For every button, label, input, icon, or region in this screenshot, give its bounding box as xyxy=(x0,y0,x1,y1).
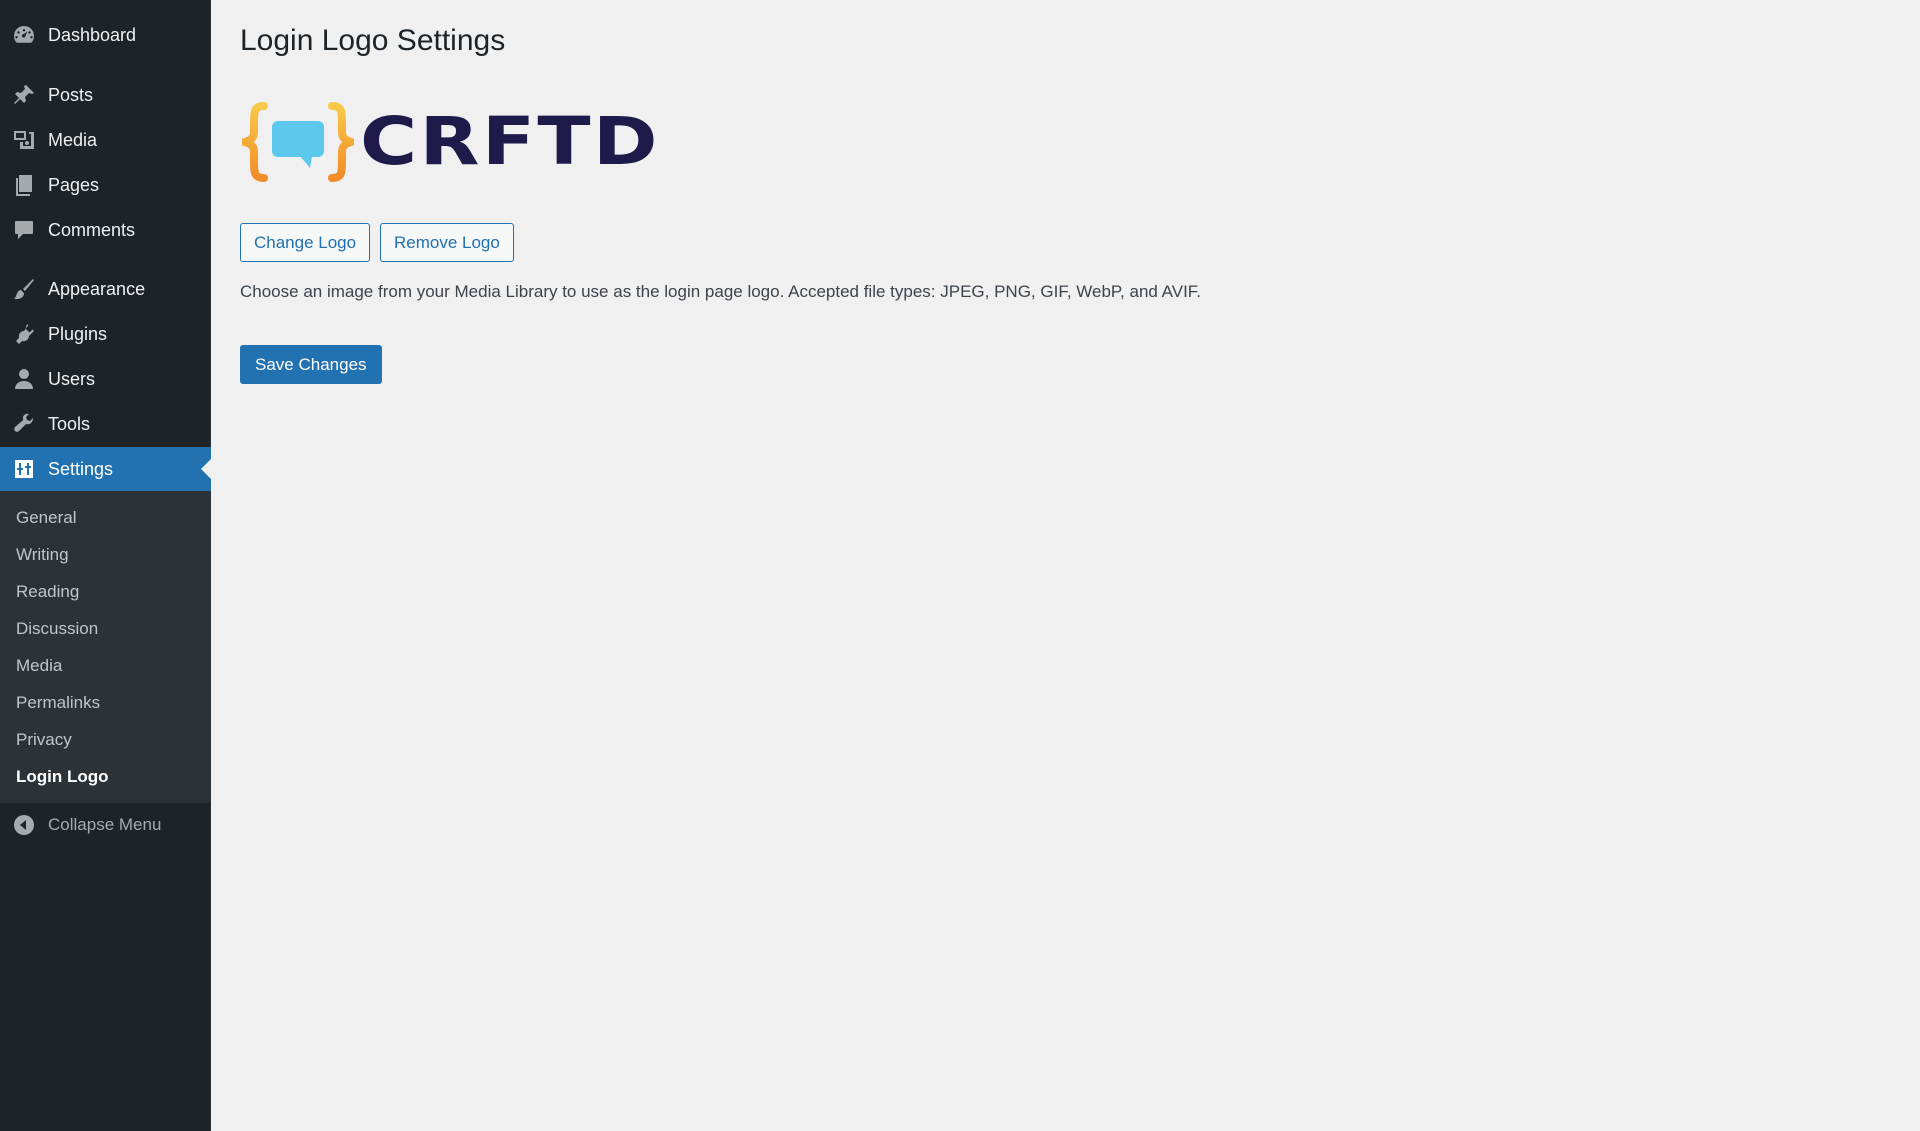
pages-icon xyxy=(0,163,48,207)
sidebar-item-plugins[interactable]: Plugins xyxy=(0,312,211,356)
sidebar-item-users[interactable]: Users xyxy=(0,357,211,401)
submenu-item-privacy[interactable]: Privacy xyxy=(16,722,206,758)
collapse-menu-button[interactable]: Collapse Menu xyxy=(0,803,211,847)
submenu-item-discussion[interactable]: Discussion xyxy=(16,611,206,647)
page-title: Login Logo Settings xyxy=(240,24,506,57)
sidebar-item-label: Users xyxy=(48,368,96,389)
collapse-menu-label: Collapse Menu xyxy=(48,815,162,834)
settings-icon xyxy=(0,447,48,491)
paintbrush-icon xyxy=(0,267,48,311)
logo-preview: CRFTD xyxy=(242,102,662,182)
sidebar-item-label: Dashboard xyxy=(48,24,137,45)
submenu-item-permalinks[interactable]: Permalinks xyxy=(16,685,206,721)
submenu-item-writing[interactable]: Writing xyxy=(16,537,206,573)
submenu-item-media[interactable]: Media xyxy=(16,648,206,684)
crftd-logo-mark xyxy=(242,102,354,182)
sidebar-item-label: Posts xyxy=(48,84,94,105)
sidebar-item-settings[interactable]: Settings xyxy=(0,447,211,491)
sidebar-item-label: Appearance xyxy=(48,278,146,299)
sidebar-item-tools[interactable]: Tools xyxy=(0,402,211,446)
sidebar-item-label: Plugins xyxy=(48,323,108,344)
logo-wordmark: CRFTD xyxy=(360,103,660,180)
submenu-item-reading[interactable]: Reading xyxy=(16,574,206,610)
collapse-arrow-icon xyxy=(0,813,48,837)
sidebar-item-pages[interactable]: Pages xyxy=(0,163,211,207)
sidebar-item-posts[interactable]: Posts xyxy=(0,73,211,117)
settings-submenu: General Writing Reading Discussion Media… xyxy=(0,491,211,803)
user-icon xyxy=(0,357,48,401)
submenu-item-login-logo[interactable]: Login Logo xyxy=(16,759,206,795)
logo-description: Choose an image from your Media Library … xyxy=(240,282,1202,301)
sidebar-item-label: Settings xyxy=(48,458,114,479)
pin-icon xyxy=(0,73,48,117)
save-changes-button[interactable]: Save Changes xyxy=(240,345,382,384)
sidebar-item-label: Tools xyxy=(48,413,91,434)
sidebar-item-appearance[interactable]: Appearance xyxy=(0,267,211,311)
comment-icon xyxy=(0,208,48,252)
wrench-icon xyxy=(0,402,48,446)
sidebar-item-dashboard[interactable]: Dashboard xyxy=(0,13,211,57)
sidebar-item-label: Media xyxy=(48,129,98,150)
sidebar-item-comments[interactable]: Comments xyxy=(0,208,211,252)
submenu-item-general[interactable]: General xyxy=(16,500,206,536)
change-logo-button[interactable]: Change Logo xyxy=(240,223,371,262)
admin-sidebar: Dashboard Posts Media Pages Comments App… xyxy=(0,0,211,1131)
sidebar-item-media[interactable]: Media xyxy=(0,118,211,162)
plugin-icon xyxy=(0,312,48,356)
sidebar-item-label: Comments xyxy=(48,219,136,240)
current-indicator xyxy=(201,459,211,479)
sidebar-item-label: Pages xyxy=(48,174,100,195)
media-icon xyxy=(0,118,48,162)
dashboard-icon xyxy=(0,13,48,57)
remove-logo-button[interactable]: Remove Logo xyxy=(380,223,514,262)
